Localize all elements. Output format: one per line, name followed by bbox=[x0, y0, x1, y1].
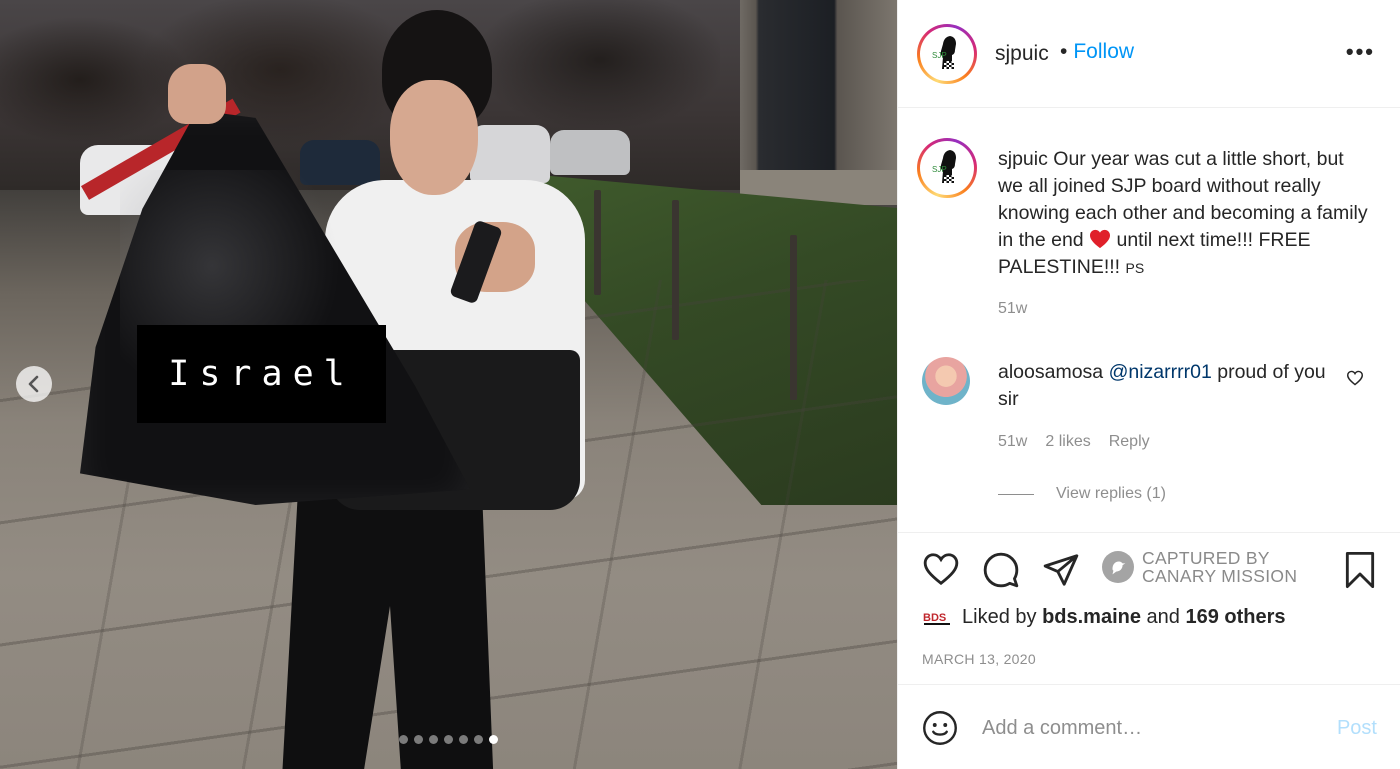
carousel-dot bbox=[414, 735, 423, 744]
carousel-dot bbox=[399, 735, 408, 744]
comment-meta: 51w 2 likes Reply bbox=[998, 433, 1150, 451]
photo-car bbox=[470, 125, 550, 183]
comment-input[interactable] bbox=[982, 713, 1302, 743]
svg-text:BDS: BDS bbox=[923, 612, 946, 624]
liked-by-prefix: Liked by bbox=[962, 606, 1043, 628]
liked-by: BDS Liked by bds.maine and 169 others bbox=[922, 606, 1286, 629]
red-heart-emoji-icon bbox=[1090, 229, 1111, 249]
view-replies-label: View replies (1) bbox=[1056, 485, 1166, 502]
post-header: SJP sjpuic • Follow ••• bbox=[898, 0, 1400, 108]
carousel-dot bbox=[474, 735, 483, 744]
post-date[interactable]: MARCH 13, 2020 bbox=[922, 651, 1036, 667]
photo-person-face bbox=[390, 80, 478, 195]
comment-timestamp[interactable]: 51w bbox=[998, 433, 1027, 451]
comment-likes-count[interactable]: 2 likes bbox=[1045, 433, 1090, 451]
post-actions: CAPTURED BY CANARY MISSION BDS Liked by … bbox=[898, 532, 1400, 684]
bookmark-save-icon[interactable] bbox=[1343, 551, 1377, 589]
liked-by-others[interactable]: 169 others bbox=[1185, 606, 1285, 628]
liked-by-user[interactable]: bds.maine bbox=[1042, 606, 1141, 628]
replies-divider bbox=[998, 493, 1034, 495]
liked-by-middle: and bbox=[1140, 606, 1186, 628]
photo-building bbox=[740, 0, 897, 205]
sjp-logo-icon: SJP bbox=[923, 144, 971, 192]
add-comment-bar: Post bbox=[898, 684, 1400, 769]
photo-fence-post bbox=[790, 235, 797, 400]
chevron-left-icon bbox=[28, 375, 39, 393]
comment-text: aloosamosa @nizarrrr01 proud of you sir bbox=[998, 359, 1328, 413]
comment-like-heart-icon[interactable] bbox=[1346, 370, 1364, 386]
photo-car bbox=[550, 130, 630, 175]
avatar[interactable]: SJP bbox=[917, 24, 977, 84]
carousel-dot bbox=[459, 735, 468, 744]
carousel-dot-active bbox=[489, 735, 498, 744]
captured-text: CAPTURED BY CANARY MISSION bbox=[1142, 549, 1297, 585]
photo-overlay-label: Israel bbox=[137, 325, 386, 423]
photo-fence-post bbox=[672, 200, 679, 340]
post-side-panel: SJP sjpuic • Follow ••• SJP sjpuic Our y… bbox=[897, 0, 1400, 769]
carousel-dot bbox=[429, 735, 438, 744]
view-replies-button[interactable]: View replies (1) bbox=[998, 485, 1166, 503]
bds-logo-icon: BDS bbox=[922, 606, 952, 629]
canary-bird-icon bbox=[1102, 551, 1134, 583]
header-separator: • bbox=[1060, 40, 1068, 63]
captured-line1: CAPTURED BY bbox=[1142, 548, 1270, 568]
captured-watermark: CAPTURED BY CANARY MISSION bbox=[1102, 549, 1297, 585]
comment-username[interactable]: aloosamosa bbox=[998, 361, 1103, 383]
photo-hand bbox=[168, 64, 226, 124]
avatar[interactable] bbox=[922, 357, 970, 405]
svg-text:SJP: SJP bbox=[932, 165, 947, 174]
post-comment-button[interactable]: Post bbox=[1337, 717, 1377, 740]
caption-timestamp[interactable]: 51w bbox=[998, 300, 1027, 318]
svg-text:SJP: SJP bbox=[932, 51, 947, 60]
photo-fence-post bbox=[594, 190, 601, 295]
caption-ps: PS bbox=[1125, 260, 1145, 276]
photo-overlay-text: Israel bbox=[168, 354, 355, 394]
follow-label: Follow bbox=[1073, 40, 1135, 63]
caption-text: sjpuic Our year was cut a little short, … bbox=[998, 146, 1368, 282]
like-heart-icon[interactable] bbox=[922, 551, 960, 587]
avatar[interactable]: SJP bbox=[917, 138, 977, 198]
header-username[interactable]: sjpuic bbox=[995, 42, 1049, 66]
comment-mention[interactable]: @nizarrrr01 bbox=[1109, 361, 1212, 383]
emoji-smiley-icon[interactable] bbox=[922, 710, 958, 746]
carousel-dot bbox=[444, 735, 453, 744]
carousel-indicator bbox=[399, 735, 498, 744]
captured-line2: CANARY MISSION bbox=[1142, 566, 1298, 586]
caption-username[interactable]: sjpuic bbox=[998, 148, 1048, 170]
more-options-icon[interactable]: ••• bbox=[1346, 41, 1375, 63]
post-photo[interactable]: Israel bbox=[0, 0, 897, 769]
liked-by-text: Liked by bds.maine and 169 others bbox=[962, 606, 1286, 629]
share-send-icon[interactable] bbox=[1042, 551, 1080, 589]
sjp-logo-icon: SJP bbox=[923, 30, 971, 78]
follow-button[interactable]: • Follow bbox=[1060, 40, 1134, 64]
comment-bubble-icon[interactable] bbox=[982, 551, 1020, 589]
comment-reply-button[interactable]: Reply bbox=[1109, 433, 1150, 451]
carousel-prev-button[interactable] bbox=[16, 366, 52, 402]
